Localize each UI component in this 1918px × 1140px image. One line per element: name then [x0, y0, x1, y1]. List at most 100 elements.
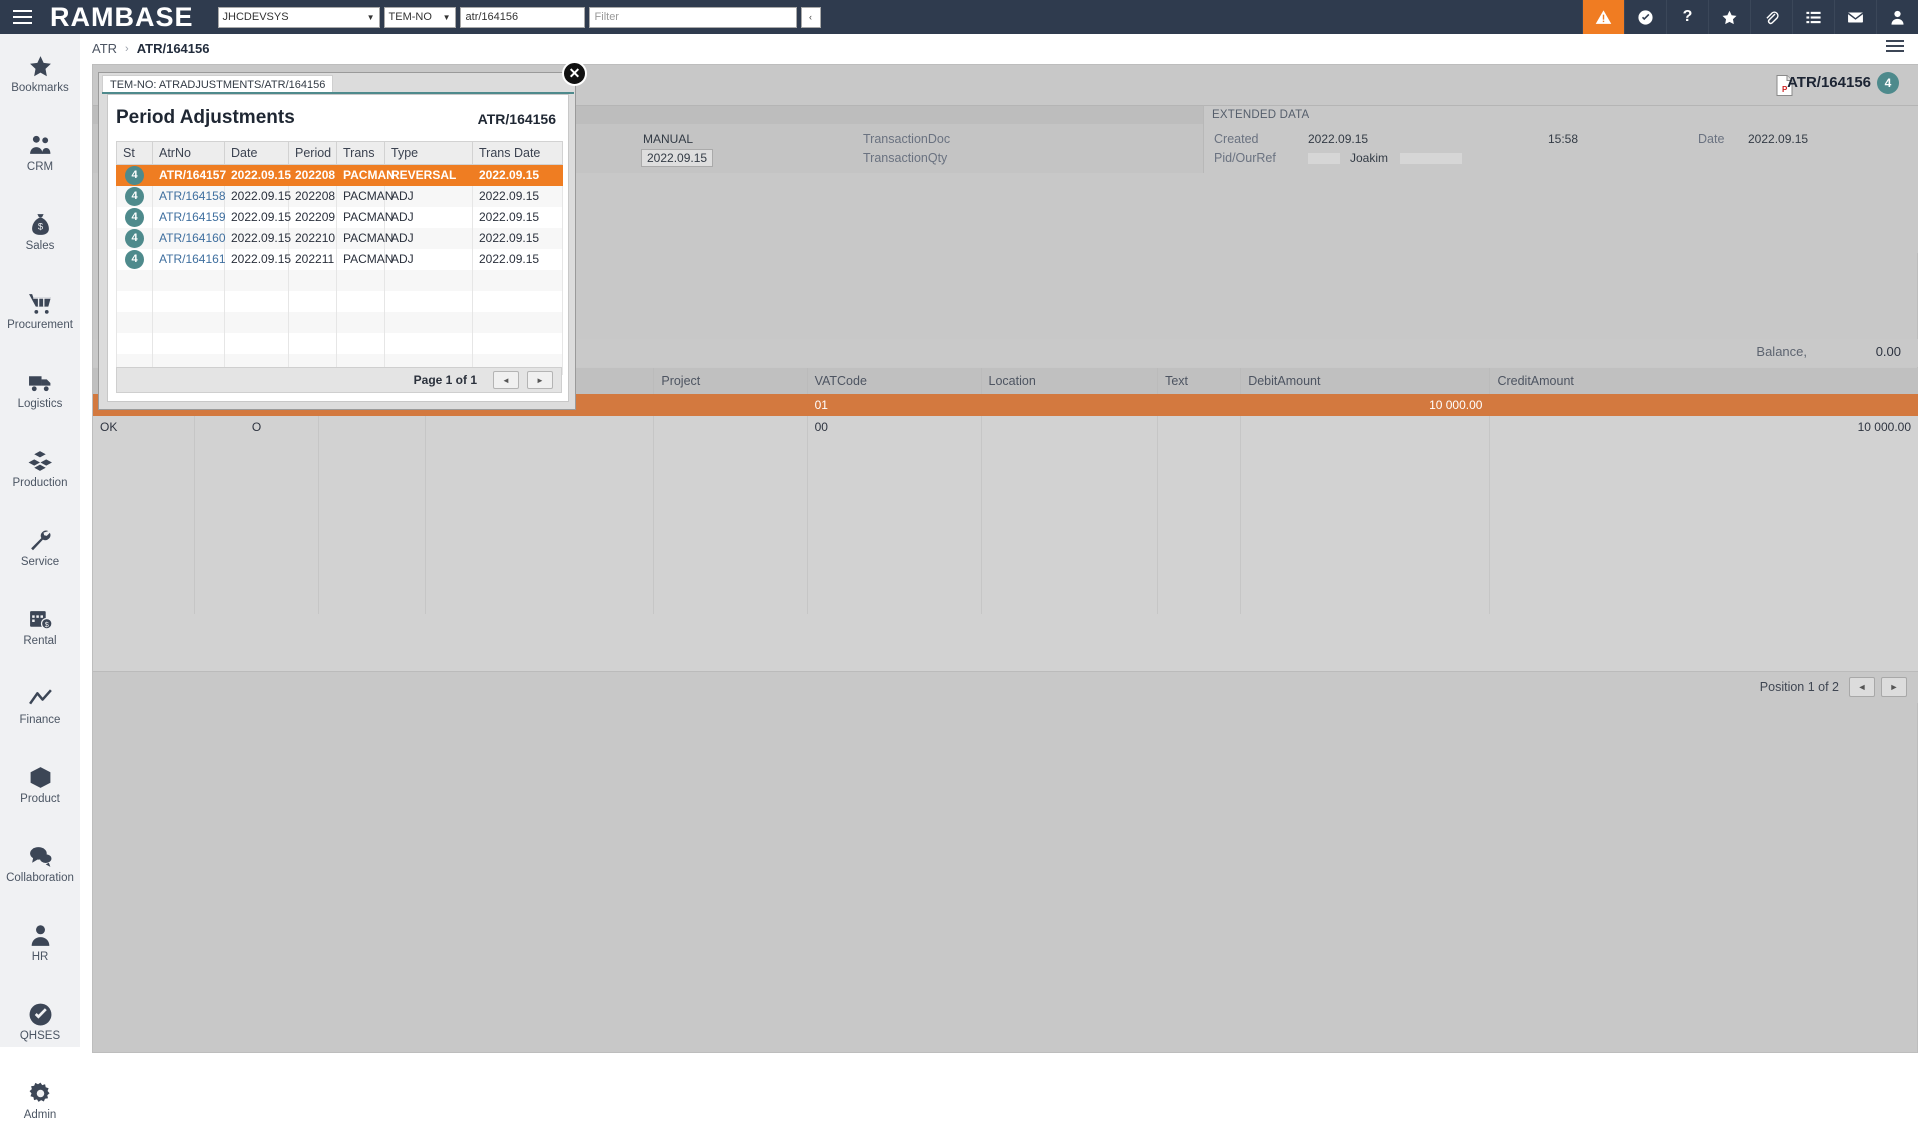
- grid-cell-empty: [319, 592, 425, 614]
- modal-cell-trans: PACMAN: [337, 228, 385, 249]
- grid-cell-empty: [1241, 548, 1490, 570]
- sidebar-item-bookmarks[interactable]: Bookmarks: [0, 34, 80, 113]
- modal-cell-type: ADJ: [385, 186, 473, 207]
- grid-cell-empty: [654, 460, 807, 482]
- grid-cell-empty: [319, 460, 425, 482]
- help-icon[interactable]: ?: [1666, 0, 1708, 34]
- grid-col-creditamount[interactable]: CreditAmount: [1490, 368, 1918, 394]
- grid-col-location[interactable]: Location: [981, 368, 1158, 394]
- grid-cell-empty: [93, 570, 194, 592]
- sidebar-item-qhses[interactable]: QHSES: [0, 982, 80, 1061]
- identifier-input[interactable]: atr/164156: [460, 7, 585, 28]
- grid-cell-empty: [807, 570, 981, 592]
- collapse-toggle-button[interactable]: ‹: [801, 7, 821, 28]
- grid-cell-empty: [425, 482, 654, 504]
- sidebar-item-collaboration[interactable]: Collaboration: [0, 824, 80, 903]
- sidebar-item-rental[interactable]: $ Rental: [0, 587, 80, 666]
- modal-cell-atrno[interactable]: ATR/164159: [153, 207, 225, 228]
- table-row[interactable]: 4 ATR/164158 2022.09.15 202208 PACMAN AD…: [117, 186, 563, 207]
- modal-prev-button[interactable]: ◄: [493, 371, 519, 389]
- modal-cell-empty: [225, 312, 289, 333]
- close-icon[interactable]: ✕: [562, 61, 587, 86]
- breadcrumb-root[interactable]: ATR: [92, 41, 117, 56]
- modal-col-date[interactable]: Date: [225, 142, 289, 165]
- context-select[interactable]: TEM-NO ▼: [384, 7, 456, 28]
- grid-cell-cur: OK: [93, 416, 194, 438]
- modal-col-type[interactable]: Type: [385, 142, 473, 165]
- grid-cell-project: [654, 416, 807, 438]
- sidebar-item-finance[interactable]: Finance: [0, 666, 80, 745]
- messages-icon[interactable]: [1834, 0, 1876, 34]
- table-row: [117, 270, 563, 291]
- filter-input[interactable]: Filter: [589, 7, 797, 28]
- modal-cell-date: 2022.09.15: [225, 186, 289, 207]
- favorites-icon[interactable]: [1708, 0, 1750, 34]
- company-select[interactable]: JHCDEVSYS ▼: [218, 7, 380, 28]
- grid-cell-text: [1158, 416, 1241, 438]
- modal-cell-empty: [117, 312, 153, 333]
- grid-col-project[interactable]: Project: [654, 368, 807, 394]
- table-row[interactable]: 4 ATR/164161 2022.09.15 202211 PACMAN AD…: [117, 249, 563, 270]
- grid-prev-button[interactable]: ◄: [1849, 677, 1875, 697]
- modal-cell-st: 4: [117, 207, 153, 228]
- truck-icon: [28, 370, 53, 395]
- grid-cell-empty: [93, 548, 194, 570]
- sidebar-item-procurement[interactable]: Procurement: [0, 271, 80, 350]
- sidebar-item-product[interactable]: Product: [0, 745, 80, 824]
- modal-body: Period Adjustments ATR/164156 St AtrNo D…: [107, 94, 569, 402]
- modal-cell-atrno[interactable]: ATR/164158: [153, 186, 225, 207]
- transaction-date-field[interactable]: 2022.09.15: [641, 149, 713, 167]
- company-select-value: JHCDEVSYS: [223, 11, 289, 23]
- sidebar-item-crm[interactable]: CRM: [0, 113, 80, 192]
- sidebar-item-admin[interactable]: Admin: [0, 1061, 80, 1140]
- grid-cell-empty: [194, 526, 319, 548]
- grid-col-debitamount[interactable]: DebitAmount: [1241, 368, 1490, 394]
- sidebar-item-label: Sales: [26, 240, 55, 252]
- sidebar-item-sales[interactable]: $ Sales: [0, 192, 80, 271]
- grid-cell-empty: [425, 548, 654, 570]
- modal-cell-atrno[interactable]: ATR/164161: [153, 249, 225, 270]
- modal-cell-empty: [153, 333, 225, 354]
- modal-tab[interactable]: TEM-NO: ATRADJUSTMENTS/ATR/164156: [102, 75, 333, 93]
- sidebar-item-service[interactable]: Service: [0, 508, 80, 587]
- sidebar-item-label: Product: [20, 793, 60, 805]
- table-row: [117, 291, 563, 312]
- user-icon[interactable]: [1876, 0, 1918, 34]
- tasks-icon[interactable]: [1792, 0, 1834, 34]
- modal-col-st[interactable]: St: [117, 142, 153, 165]
- modal-cell-atrno[interactable]: ATR/164157: [153, 165, 225, 186]
- modal-cell-atrno[interactable]: ATR/164160: [153, 228, 225, 249]
- sidebar-item-hr[interactable]: HR: [0, 903, 80, 982]
- table-row[interactable]: 4 ATR/164159 2022.09.15 202209 PACMAN AD…: [117, 207, 563, 228]
- status-badge: 4: [125, 166, 144, 185]
- modal-cell-empty: [153, 312, 225, 333]
- modal-col-period[interactable]: Period: [289, 142, 337, 165]
- alert-icon[interactable]: [1582, 0, 1624, 34]
- main-menu-toggle[interactable]: [0, 0, 44, 34]
- modal-cell-empty: [337, 270, 385, 291]
- sidebar-item-logistics[interactable]: Logistics: [0, 350, 80, 429]
- collapse-toggle-label: ‹: [809, 12, 812, 22]
- modal-col-trans-date[interactable]: Trans Date: [473, 142, 563, 165]
- grid-col-vatcode[interactable]: VATCode: [807, 368, 981, 394]
- modal-col-trans[interactable]: Trans: [337, 142, 385, 165]
- sidebar-item-production[interactable]: Production: [0, 429, 80, 508]
- next-arrow-icon: ►: [1890, 682, 1899, 692]
- table-row[interactable]: 4 ATR/164157 2022.09.15 202208 PACMAN RE…: [117, 165, 563, 186]
- approval-icon[interactable]: [1624, 0, 1666, 34]
- modal-next-button[interactable]: ►: [527, 371, 553, 389]
- attachment-icon[interactable]: [1750, 0, 1792, 34]
- left-sidebar: Bookmarks CRM $ Sales Procurement Logist…: [0, 34, 80, 1047]
- grid-cell-empty: [1241, 460, 1490, 482]
- status-badge: 4: [125, 208, 144, 227]
- grid-col-text[interactable]: Text: [1158, 368, 1241, 394]
- grid-cell-empty: [93, 592, 194, 614]
- page-menu-button[interactable]: [1886, 40, 1904, 52]
- grid-next-button[interactable]: ►: [1881, 677, 1907, 697]
- help-icon-glyph: ?: [1683, 8, 1693, 26]
- modal-col-atrno[interactable]: AtrNo: [153, 142, 225, 165]
- grid-cell-empty: [1490, 482, 1918, 504]
- modal-cell-empty: [473, 291, 563, 312]
- table-row[interactable]: OK O 00 10 000.00: [93, 416, 1918, 438]
- table-row[interactable]: 4 ATR/164160 2022.09.15 202210 PACMAN AD…: [117, 228, 563, 249]
